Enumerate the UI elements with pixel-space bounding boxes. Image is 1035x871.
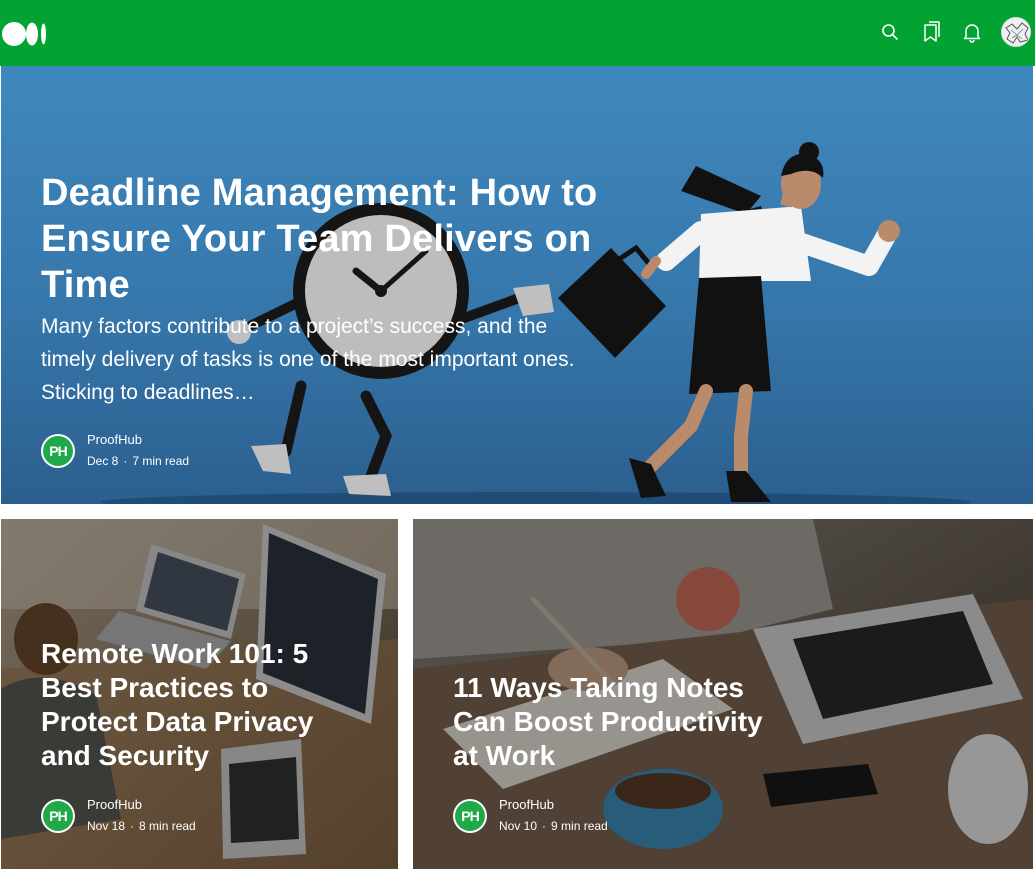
meta-separator: · <box>130 819 135 833</box>
author-avatar[interactable]: PH <box>453 799 487 833</box>
featured-article-subtitle[interactable]: Many factors contribute to a project’s s… <box>41 310 581 409</box>
meta-separator: · <box>123 454 128 468</box>
avatar-image-icon <box>1002 18 1030 46</box>
notifications-icon[interactable] <box>960 20 984 44</box>
user-avatar[interactable] <box>1001 17 1031 47</box>
article-card-title[interactable]: 11 Ways Taking Notes Can Boost Productiv… <box>453 671 773 773</box>
article-date: Nov 18 <box>87 819 126 833</box>
article-read-time: 8 min read <box>139 819 196 833</box>
author-avatar-text: PH <box>455 801 485 831</box>
article-card[interactable]: Remote Work 101: 5 Best Practices to Pro… <box>1 519 398 869</box>
article-read-time: 7 min read <box>132 454 190 468</box>
top-navigation-bar <box>0 0 1035 66</box>
author-avatar[interactable]: PH <box>41 799 75 833</box>
featured-article-title[interactable]: Deadline Management: How to Ensure Your … <box>41 170 601 308</box>
author-avatar[interactable]: PH <box>41 434 75 468</box>
article-meta: Dec 8 · 7 min read <box>87 454 189 468</box>
author-name[interactable]: ProofHub <box>87 432 142 447</box>
article-meta: Nov 18 · 8 min read <box>87 819 196 833</box>
author-avatar-text: PH <box>43 436 73 466</box>
article-card-title[interactable]: Remote Work 101: 5 Best Practices to Pro… <box>41 637 361 773</box>
meta-separator: · <box>542 819 547 833</box>
article-read-time: 9 min read <box>551 819 608 833</box>
featured-article[interactable]: Deadline Management: How to Ensure Your … <box>1 66 1033 504</box>
article-date: Dec 8 <box>87 454 119 468</box>
author-name[interactable]: ProofHub <box>499 797 554 812</box>
medium-logo-icon[interactable] <box>2 20 48 48</box>
article-date: Nov 10 <box>499 819 538 833</box>
article-card[interactable]: 11 Ways Taking Notes Can Boost Productiv… <box>413 519 1033 869</box>
search-icon[interactable] <box>878 20 902 44</box>
author-avatar-text: PH <box>43 801 73 831</box>
bookmarks-icon[interactable] <box>920 20 944 44</box>
article-meta: Nov 10 · 9 min read <box>499 819 608 833</box>
author-name[interactable]: ProofHub <box>87 797 142 812</box>
